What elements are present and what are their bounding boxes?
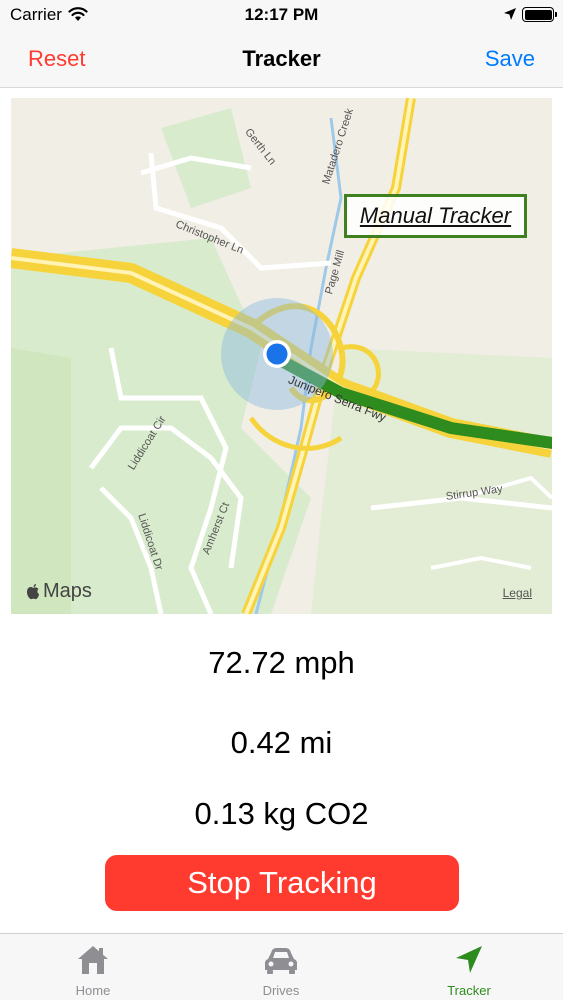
location-arrow-icon [451,943,487,982]
park-area [11,348,71,614]
stop-tracking-label: Stop Tracking [187,865,377,900]
house-icon [75,943,111,982]
tab-drives-label: Drives [262,983,300,998]
save-button[interactable]: Save [485,46,535,72]
manual-tracker-overlay[interactable]: Manual Tracker [344,194,527,238]
manual-tracker-label: Manual Tracker [359,203,512,228]
map-view[interactable]: Gerth Ln Matadero Creek Christopher Ln P… [11,98,552,614]
tab-home-label: Home [75,983,111,998]
battery-icon [522,7,557,22]
tab-drives[interactable]: Drives [221,934,341,1000]
legal-link[interactable]: Legal [503,586,532,600]
tab-home[interactable]: Home [33,934,153,1000]
car-icon [263,943,299,982]
clock: 12:17 PM [244,5,319,24]
page-title: Tracker [242,46,321,71]
distance-value: 0.42 mi [230,725,333,760]
location-services-icon [503,7,517,26]
status-bar: Carrier 12:17 PM [0,0,563,30]
apple-logo-icon [27,583,39,599]
navigation-bar: Reset Tracker Save [0,30,563,88]
maps-label: Maps [43,580,92,602]
co2-value: 0.13 kg CO2 [194,796,369,831]
stop-tracking-button[interactable]: Stop Tracking [105,855,459,911]
map-canvas [11,98,552,614]
tab-tracker-label: Tracker [447,983,491,998]
tab-bar: Home Drives Tracker [0,933,563,1000]
tab-tracker[interactable]: Tracker [409,934,529,1000]
speed-value: 72.72 mph [208,645,355,680]
maps-attribution: Maps [25,580,92,603]
current-location-dot [266,343,288,365]
